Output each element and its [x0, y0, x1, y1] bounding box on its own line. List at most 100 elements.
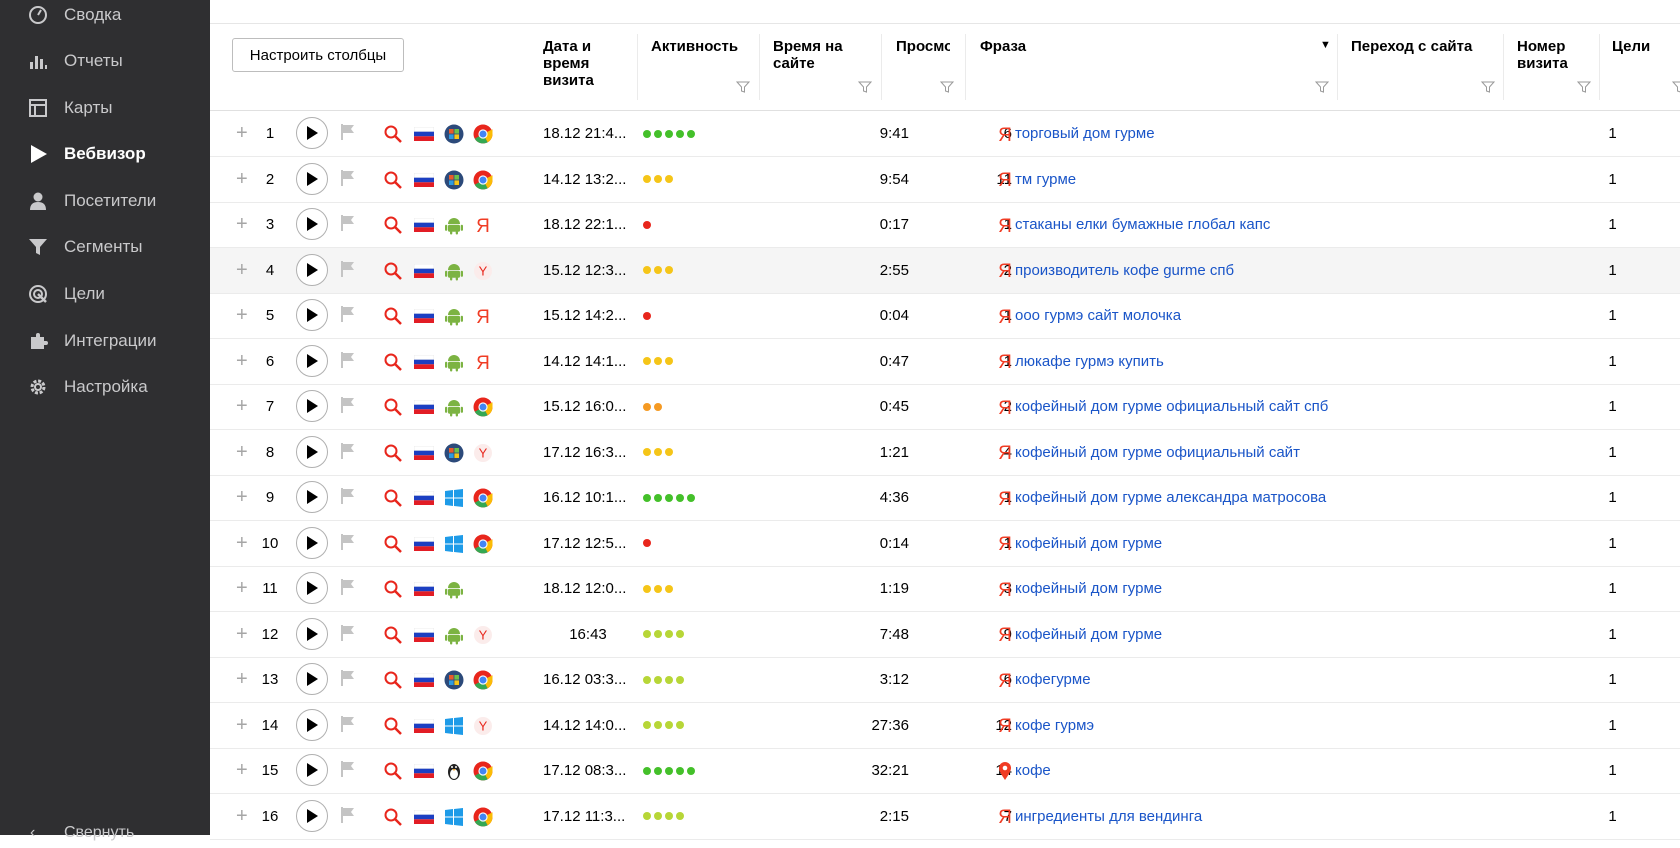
column-header-views[interactable]: Просмотры: [896, 38, 950, 55]
column-header-goals[interactable]: Цели: [1612, 38, 1672, 55]
magnifier-icon[interactable]: [383, 670, 403, 690]
expand-row-button[interactable]: +: [236, 111, 250, 156]
play-recording-button[interactable]: [296, 572, 328, 604]
filter-icon[interactable]: [1672, 80, 1680, 94]
sidebar-item-segments[interactable]: Сегменты: [0, 224, 210, 270]
column-header-visit-number[interactable]: Номер визита: [1517, 38, 1587, 72]
table-row[interactable]: +16 17.12 11:3... 2:15 7 Яингредиенты для ве…: [210, 794, 1680, 840]
search-phrase-link[interactable]: кофейный дом гурме александра матросова: [1015, 489, 1326, 506]
sidebar-item-settings[interactable]: Настройка: [0, 364, 210, 410]
search-phrase-link[interactable]: кофейный дом гурме официальный сайт спб: [1015, 398, 1328, 415]
search-phrase-link[interactable]: тм гурме: [1015, 171, 1076, 188]
search-phrase-link[interactable]: кофейный дом гурме: [1015, 580, 1162, 597]
filter-icon[interactable]: [736, 80, 750, 94]
magnifier-icon[interactable]: [383, 261, 403, 281]
search-phrase-link[interactable]: торговый дом гурме: [1015, 125, 1155, 142]
play-recording-button[interactable]: [296, 481, 328, 513]
table-row[interactable]: +13 16.12 03:3... 3:12 6 Якофегурме 1: [210, 657, 1680, 703]
play-recording-button[interactable]: [296, 799, 328, 832]
expand-row-button[interactable]: +: [236, 157, 250, 202]
play-recording-button[interactable]: [296, 117, 328, 149]
flag-icon[interactable]: [340, 214, 360, 234]
play-recording-button[interactable]: [296, 208, 328, 240]
configure-columns-button[interactable]: Настроить столбцы: [232, 38, 404, 72]
flag-icon[interactable]: [340, 487, 360, 507]
search-phrase-link[interactable]: стаканы елки бумажные глобал капс: [1015, 216, 1270, 233]
table-row[interactable]: +1 18.12 21:4... 9:41 6 Яторговый дом гурме 1: [210, 111, 1680, 157]
play-recording-button[interactable]: [296, 435, 328, 468]
table-row[interactable]: +7 15.12 16:0... 0:45 2 Якофейный дом гурме …: [210, 384, 1680, 430]
play-recording-button[interactable]: [296, 754, 328, 786]
play-recording-button[interactable]: [296, 526, 328, 559]
column-header-activity[interactable]: Активность: [651, 38, 761, 55]
flag-icon[interactable]: [340, 351, 360, 371]
table-row[interactable]: +2 14.12 13:2... 9:54 11 Ятм гурме 1: [210, 157, 1680, 203]
flag-icon[interactable]: [340, 442, 360, 462]
magnifier-icon[interactable]: [383, 215, 403, 235]
play-recording-button[interactable]: [296, 663, 328, 695]
expand-row-button[interactable]: +: [236, 703, 250, 748]
expand-row-button[interactable]: +: [236, 384, 250, 429]
expand-row-button[interactable]: +: [236, 430, 250, 475]
filter-icon[interactable]: [1315, 80, 1329, 94]
flag-icon[interactable]: [340, 669, 360, 689]
expand-row-button[interactable]: +: [236, 248, 250, 293]
sidebar-collapse[interactable]: ‹ Свернуть: [0, 818, 210, 848]
search-phrase-link[interactable]: кофейный дом гурме: [1015, 535, 1162, 552]
flag-icon[interactable]: [340, 260, 360, 280]
table-row[interactable]: +12 Y 16:43 7:48 9 Якофейный дом гурме 1: [210, 612, 1680, 658]
search-phrase-link[interactable]: кофегурме: [1015, 671, 1091, 688]
table-row[interactable]: +8 Y 17.12 16:3... 1:21 4 Якофейный дом гурме…: [210, 430, 1680, 476]
expand-row-button[interactable]: +: [236, 657, 250, 702]
table-row[interactable]: +11 18.12 12:0... 1:19 3 Якофейный дом гурме…: [210, 566, 1680, 612]
search-phrase-link[interactable]: люкафе гурмэ купить: [1015, 353, 1164, 370]
search-phrase-link[interactable]: кофе: [1015, 762, 1051, 779]
sidebar-item-reports[interactable]: Отчеты: [0, 38, 210, 84]
sidebar-item-webvisor[interactable]: Вебвизор: [0, 131, 210, 177]
expand-row-button[interactable]: +: [236, 202, 250, 247]
play-recording-button[interactable]: [296, 253, 328, 286]
expand-row-button[interactable]: +: [236, 521, 250, 566]
sidebar-item-summary[interactable]: Сводка: [0, 0, 210, 38]
table-row[interactable]: +6 Я 14.12 14:1... 0:47 1 Ялюкафе гурмэ купит…: [210, 339, 1680, 385]
column-header-datetime[interactable]: Дата и время визита: [543, 38, 623, 89]
flag-icon[interactable]: [340, 396, 360, 416]
play-recording-button[interactable]: [296, 617, 328, 650]
expand-row-button[interactable]: +: [236, 612, 250, 657]
flag-icon[interactable]: [340, 578, 360, 598]
search-phrase-link[interactable]: производитель кофе gurme спб: [1015, 262, 1234, 279]
filter-icon[interactable]: [940, 80, 954, 94]
sort-desc-icon[interactable]: ▼: [1320, 39, 1331, 51]
search-phrase-link[interactable]: кофейный дом гурме: [1015, 626, 1162, 643]
expand-row-button[interactable]: +: [236, 794, 250, 839]
filter-icon[interactable]: [1577, 80, 1591, 94]
sidebar-item-goals[interactable]: Цели: [0, 271, 210, 317]
sidebar-item-visitors[interactable]: Посетители: [0, 178, 210, 224]
magnifier-icon[interactable]: [383, 807, 403, 827]
play-recording-button[interactable]: [296, 299, 328, 331]
table-row[interactable]: +14 Y 14.12 14:0... 27:36 12 Якофе гурмэ 1: [210, 703, 1680, 749]
magnifier-icon[interactable]: [383, 761, 403, 781]
play-recording-button[interactable]: [296, 708, 328, 741]
expand-row-button[interactable]: +: [236, 475, 250, 520]
filter-icon[interactable]: [858, 80, 872, 94]
flag-icon[interactable]: [340, 806, 360, 826]
column-header-phrase[interactable]: Фраза: [980, 38, 1280, 55]
table-row[interactable]: +3 Я 18.12 22:1... 0:17 1 Ястаканы елки бумаж…: [210, 202, 1680, 248]
table-row[interactable]: +1517.12 08:3...32:2114кофе1: [210, 748, 1680, 794]
table-row[interactable]: +5 Я 15.12 14:2... 0:04 1 Яооо гурмэ сайт мол…: [210, 293, 1680, 339]
magnifier-icon[interactable]: [383, 443, 403, 463]
flag-icon[interactable]: [340, 624, 360, 644]
flag-icon[interactable]: [340, 715, 360, 735]
play-recording-button[interactable]: [296, 390, 328, 422]
flag-icon[interactable]: [340, 169, 360, 189]
table-row[interactable]: +4 Y 15.12 12:3... 2:55 2 Япроизводитель кофе…: [210, 247, 1680, 294]
flag-icon[interactable]: [340, 305, 360, 325]
magnifier-icon[interactable]: [383, 306, 403, 326]
magnifier-icon[interactable]: [383, 397, 403, 417]
filter-icon[interactable]: [1481, 80, 1495, 94]
column-header-time-on-site[interactable]: Время на сайте: [773, 38, 863, 72]
search-phrase-link[interactable]: ооо гурмэ сайт молочка: [1015, 307, 1181, 324]
table-row[interactable]: +10 17.12 12:5... 0:14 1 Якофейный дом гурме…: [210, 521, 1680, 567]
magnifier-icon[interactable]: [383, 716, 403, 736]
